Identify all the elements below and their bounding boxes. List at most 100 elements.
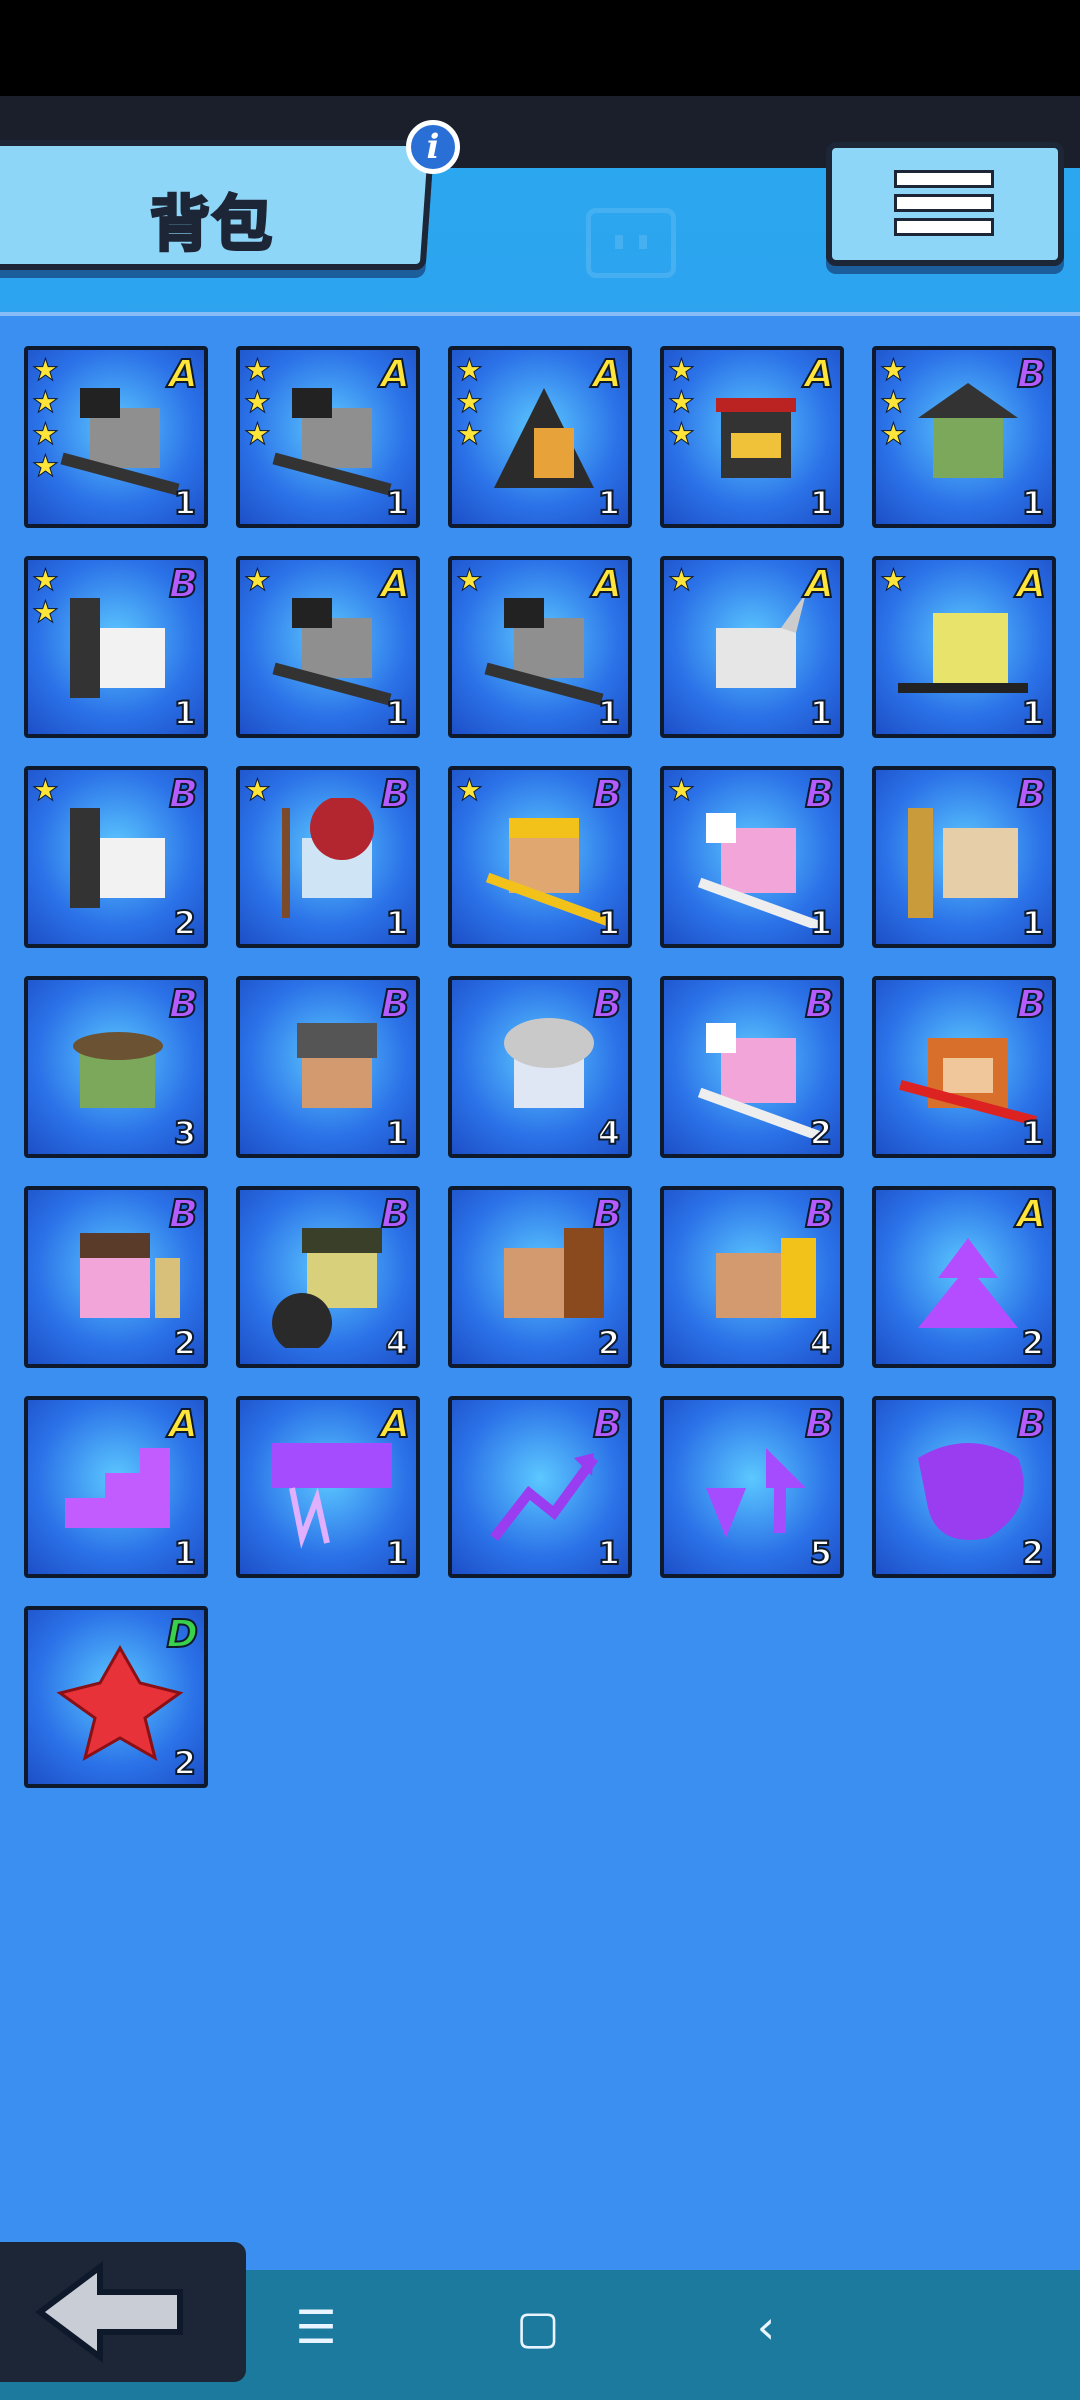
- grade-badge: A: [380, 351, 411, 397]
- item-slot-unicorn-knight[interactable]: ★ A 1: [660, 556, 844, 738]
- item-slot-gray-knight[interactable]: ★ ★ ★ ★ A 1: [24, 346, 208, 528]
- item-slot-horned-white[interactable]: ★ B 2: [24, 766, 208, 948]
- item-slot-green-witch[interactable]: ★ ★ ★ B 1: [872, 346, 1056, 528]
- star-rating: ★ ★ ★ ★: [32, 353, 60, 482]
- grade-badge: B: [168, 1191, 199, 1237]
- grade-badge: D: [165, 1611, 199, 1657]
- item-slot-wolf-hood[interactable]: B1: [236, 976, 420, 1158]
- star-icon: ★: [668, 563, 696, 598]
- item-count: 4: [809, 1323, 833, 1363]
- star-rating: ★: [32, 775, 60, 806]
- item-slot-winged-helm[interactable]: B4: [660, 1186, 844, 1368]
- item-slot-double-arrow-up[interactable]: A2: [872, 1186, 1056, 1368]
- grade-badge: B: [380, 771, 411, 817]
- page-title: 背包: [149, 189, 274, 262]
- item-count: 2: [1021, 1533, 1045, 1573]
- item-slot-horse-armor[interactable]: B2: [448, 1186, 632, 1368]
- star-icon: ★: [32, 563, 60, 598]
- gray-knight-icon: [484, 598, 604, 706]
- yellow-cube-icon: [898, 613, 1028, 693]
- purple-dragon-icon: [918, 1443, 1024, 1540]
- item-slot-viking-green[interactable]: B3: [24, 976, 208, 1158]
- item-slot-gray-knight[interactable]: ★ A 1: [236, 556, 420, 738]
- nav-menu-button[interactable]: ☰: [276, 2300, 356, 2354]
- item-count: 1: [385, 903, 409, 943]
- item-slot-purple-lightning[interactable]: A1: [236, 1396, 420, 1578]
- inventory-panel: ★ ★ ★ ★ A 1 ★ ★ ★ A 1 ★ ★ ★ A 1 ★ ★ ★ A 1 ★ ★ ★ B 1 ★ ★ B 1 ★ A 1 ★ A 1 ★ A 1 ★…: [0, 312, 1080, 2222]
- star-icon: ★: [32, 353, 60, 388]
- winged-helm-icon: [716, 1238, 816, 1318]
- grade-badge: A: [1016, 561, 1047, 607]
- item-slot-split-arrows[interactable]: B5: [660, 1396, 844, 1578]
- star-icon: ★: [244, 773, 272, 808]
- purple-lightning-icon: [272, 1443, 392, 1549]
- item-slot-gray-knight[interactable]: ★ ★ ★ A 1: [236, 346, 420, 528]
- star-rating: ★ ★ ★: [880, 355, 908, 450]
- item-slot-bomber[interactable]: B4: [236, 1186, 420, 1368]
- menu-button[interactable]: [826, 142, 1064, 266]
- item-count: 2: [173, 1323, 197, 1363]
- hamburger-menu-icon: [894, 170, 994, 188]
- grade-badge: B: [168, 561, 199, 607]
- item-slot-bee-warrior[interactable]: ★ B 1: [448, 766, 632, 948]
- grade-badge: B: [380, 1191, 411, 1237]
- star-icon: ★: [244, 563, 272, 598]
- star-rating: ★ ★: [32, 563, 60, 628]
- item-slot-monkey-king[interactable]: B1: [872, 976, 1056, 1158]
- item-count: 1: [809, 693, 833, 733]
- tan-cube-icon: [908, 808, 1018, 918]
- monkey-king-icon: [899, 1038, 1037, 1126]
- grade-badge: A: [380, 561, 411, 607]
- item-slot-purple-stairs[interactable]: A1: [24, 1396, 208, 1578]
- gray-knight-icon: [60, 388, 180, 496]
- grade-badge: A: [168, 1401, 199, 1447]
- split-arrows-icon: [706, 1448, 806, 1538]
- grade-badge: B: [804, 1191, 835, 1237]
- item-slot-pink-winged[interactable]: B2: [660, 976, 844, 1158]
- grade-badge: A: [1016, 1191, 1047, 1237]
- star-rating: ★ ★ ★: [668, 355, 696, 450]
- item-slot-silver-hair[interactable]: B4: [448, 976, 632, 1158]
- viking-green-icon: [73, 1032, 163, 1108]
- item-slot-hooded-reaper[interactable]: ★ ★ ★ A 1: [448, 346, 632, 528]
- horse-armor-icon: [504, 1228, 604, 1318]
- item-count: 1: [1021, 1113, 1045, 1153]
- item-slot-dragon-helm[interactable]: B2: [24, 1186, 208, 1368]
- item-count: 2: [597, 1323, 621, 1363]
- item-slot-zigzag-arrow[interactable]: B1: [448, 1396, 632, 1578]
- pink-winged-icon: [697, 813, 824, 928]
- star-rating: ★: [668, 773, 696, 808]
- star-rating: ★: [456, 775, 484, 806]
- item-count: 2: [173, 903, 197, 943]
- info-icon[interactable]: i: [406, 120, 460, 174]
- grade-badge: B: [804, 771, 835, 817]
- item-slot-tan-cube[interactable]: B1: [872, 766, 1056, 948]
- item-slot-horned-white[interactable]: ★ ★ B 1: [24, 556, 208, 738]
- grade-badge: B: [1016, 351, 1047, 397]
- back-button[interactable]: [0, 2242, 246, 2382]
- star-icon: ★: [244, 385, 272, 420]
- star-rating: ★: [244, 563, 272, 598]
- item-slot-gray-knight[interactable]: ★ A 1: [448, 556, 632, 738]
- item-slot-red-hair-mage[interactable]: ★ B 1: [236, 766, 420, 948]
- horned-white-icon: [70, 598, 165, 698]
- item-slot-pink-winged[interactable]: ★ B 1: [660, 766, 844, 948]
- red-gem-icon: [56, 1644, 184, 1762]
- background-face-icon: [586, 208, 676, 278]
- star-icon: ★: [880, 385, 908, 420]
- item-count: 1: [597, 1533, 621, 1573]
- item-slot-red-gem[interactable]: D2: [24, 1606, 208, 1788]
- nav-back-button[interactable]: ‹: [726, 2300, 806, 2354]
- dragon-helm-icon: [80, 1233, 180, 1318]
- item-count: 1: [173, 693, 197, 733]
- hamburger-menu-icon: [894, 218, 994, 236]
- nav-home-button[interactable]: ▢: [498, 2300, 578, 2354]
- item-slot-purple-dragon[interactable]: B2: [872, 1396, 1056, 1578]
- star-icon: ★: [456, 563, 484, 598]
- item-slot-ninja[interactable]: ★ ★ ★ A 1: [660, 346, 844, 528]
- star-rating: ★ ★ ★: [244, 355, 272, 450]
- item-count: 1: [597, 483, 621, 523]
- item-count: 1: [173, 1533, 197, 1573]
- item-slot-yellow-cube[interactable]: ★ A 1: [872, 556, 1056, 738]
- star-icon: ★: [668, 773, 696, 808]
